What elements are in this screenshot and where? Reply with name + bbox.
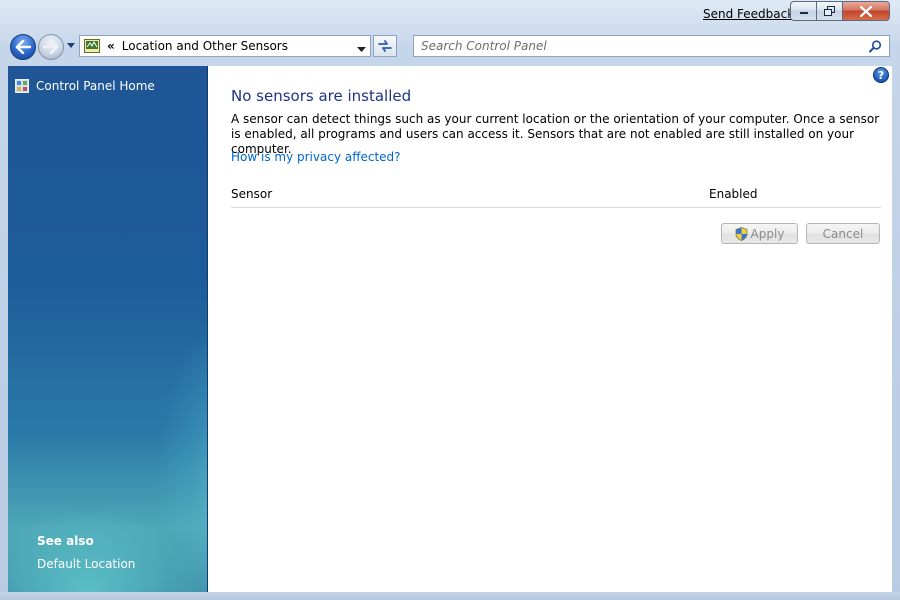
forward-arrow-icon <box>43 40 59 54</box>
window-controls <box>790 1 890 22</box>
back-button[interactable] <box>10 34 36 60</box>
control-panel-home-link[interactable]: Control Panel Home <box>15 79 155 93</box>
close-icon <box>860 5 872 17</box>
cancel-button-label: Cancel <box>822 226 864 241</box>
minimize-icon <box>799 12 808 14</box>
column-header-sensor: Sensor <box>231 187 273 201</box>
breadcrumb-location[interactable]: Location and Other Sensors <box>122 39 288 53</box>
search-input[interactable] <box>421 37 861 55</box>
address-bar[interactable]: « Location and Other Sensors <box>79 35 371 57</box>
title-bar: Send Feedback <box>0 0 900 30</box>
refresh-button[interactable] <box>373 35 397 57</box>
control-panel-home-icon <box>15 79 29 93</box>
search-box[interactable] <box>413 35 890 57</box>
minimize-button[interactable] <box>790 1 817 21</box>
address-dropdown[interactable] <box>357 42 366 56</box>
refresh-icon <box>378 40 392 52</box>
apply-button-label: Apply <box>750 226 785 241</box>
column-header-enabled: Enabled <box>709 187 758 201</box>
navigation-bar: « Location and Other Sensors <box>0 30 900 62</box>
breadcrumb-separator[interactable]: « <box>107 39 115 53</box>
privacy-link[interactable]: How is my privacy affected? <box>231 150 401 164</box>
cancel-button[interactable]: Cancel <box>806 223 880 244</box>
help-icon[interactable]: ? <box>873 67 889 83</box>
close-button[interactable] <box>843 1 890 21</box>
task-sidebar: Control Panel Home See also Default Loca… <box>8 66 208 592</box>
default-location-link[interactable]: Default Location <box>37 557 135 571</box>
send-feedback-link[interactable]: Send Feedback <box>703 7 794 21</box>
control-panel-home-label: Control Panel Home <box>36 79 155 93</box>
apply-button[interactable]: Apply <box>721 223 798 244</box>
recent-pages-dropdown[interactable] <box>66 41 76 51</box>
forward-button[interactable] <box>38 34 64 60</box>
header-divider <box>231 207 881 208</box>
chevron-down-icon <box>67 43 75 48</box>
page-title: No sensors are installed <box>231 87 412 105</box>
control-panel-icon <box>84 39 100 53</box>
maximize-button[interactable] <box>817 1 843 21</box>
uac-shield-icon <box>735 226 747 241</box>
window-bottom-border <box>0 592 900 600</box>
back-arrow-icon <box>15 40 31 54</box>
restore-icon <box>823 6 835 16</box>
chevron-down-icon <box>357 47 366 52</box>
search-icon[interactable] <box>869 40 882 56</box>
see-also-heading: See also <box>37 534 94 548</box>
